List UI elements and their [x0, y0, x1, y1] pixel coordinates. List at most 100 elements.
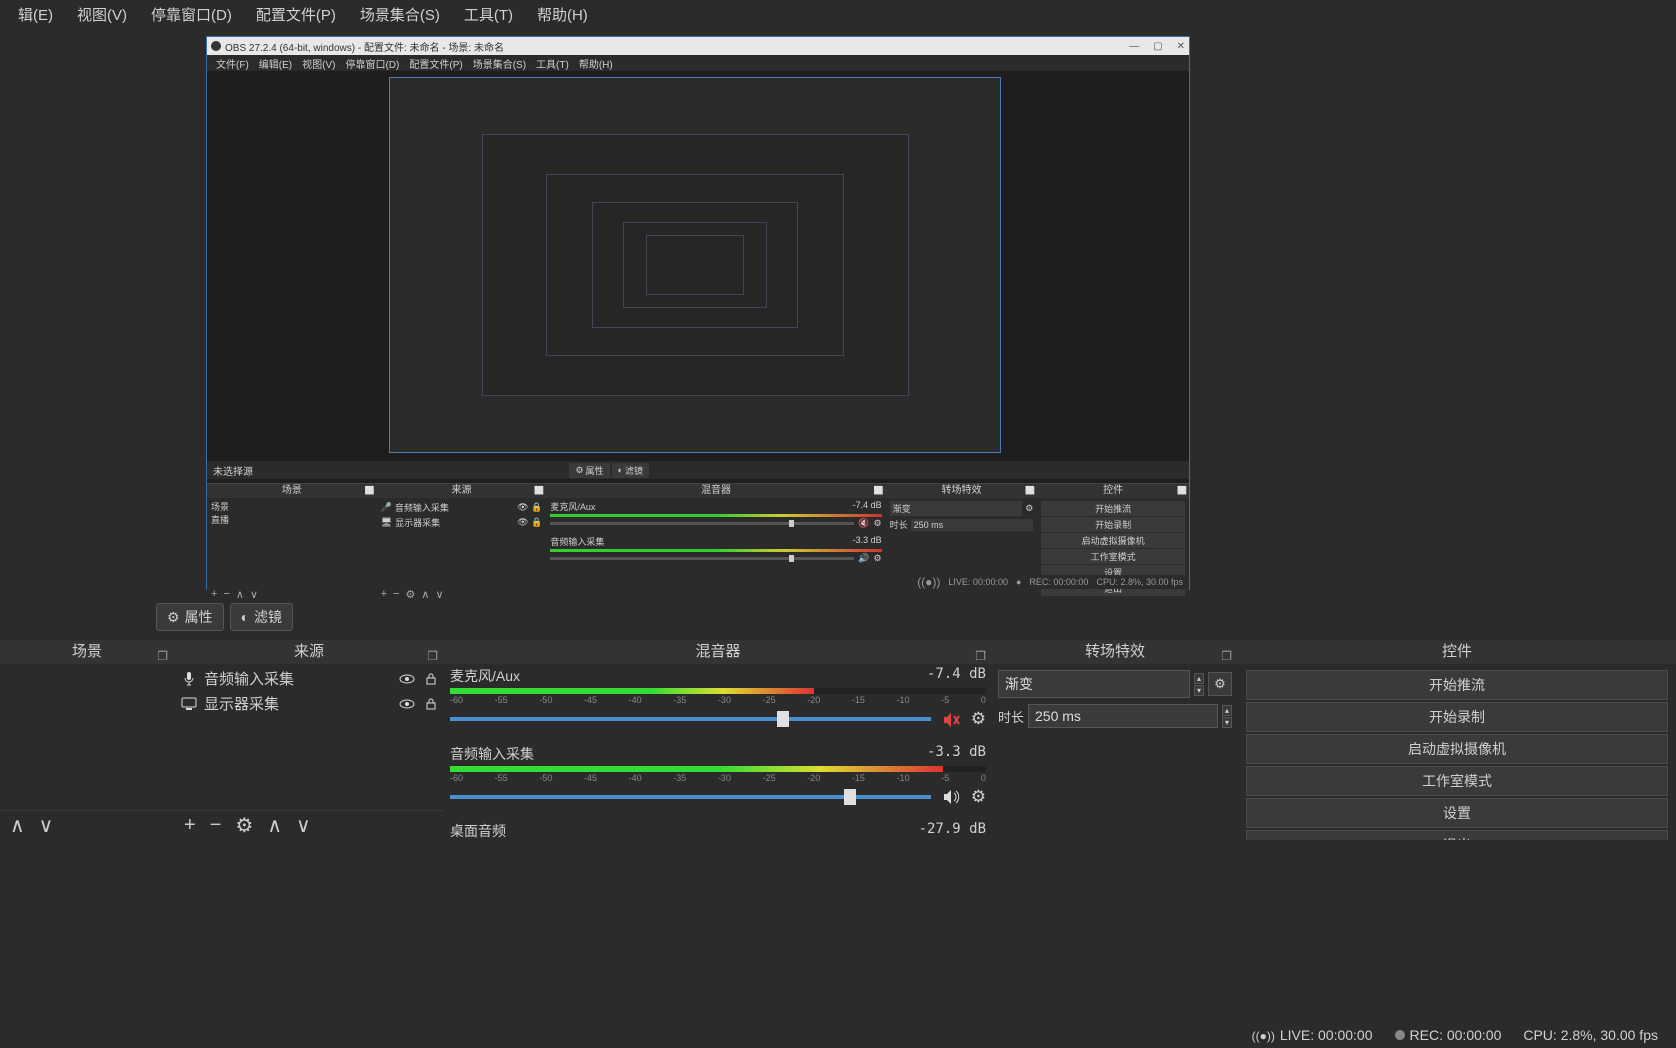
source-up-icon[interactable]: ∧: [267, 813, 282, 838]
inner-controls-header: 控件: [1037, 484, 1189, 498]
transition-select[interactable]: 渐变: [998, 670, 1190, 698]
inner-menu-edit[interactable]: 编辑(E): [254, 56, 297, 71]
mute-icon[interactable]: 🔇: [858, 518, 869, 529]
inner-rec-time: REC: 00:00:00: [1029, 577, 1088, 587]
visibility-icon[interactable]: [398, 669, 416, 687]
source-label: 音频输入采集: [204, 668, 294, 689]
inner-scene-item[interactable]: 直播: [211, 513, 373, 526]
up-icon[interactable]: ∧: [236, 588, 244, 601]
scene-down-icon[interactable]: ∨: [39, 813, 54, 838]
speaker-icon[interactable]: [941, 787, 961, 808]
channel-settings-icon[interactable]: ⚙: [971, 709, 986, 730]
duration-spin[interactable]: ▴▾: [1222, 705, 1232, 728]
start-virtual-cam-button[interactable]: 启动虚拟摄像机: [1246, 734, 1668, 764]
audio-meter: [450, 766, 986, 772]
transition-settings-icon[interactable]: ⚙: [1208, 672, 1232, 696]
inner-menu-profile[interactable]: 配置文件(P): [404, 56, 467, 71]
inner-virtual-cam-button[interactable]: 启动虚拟摄像机: [1041, 533, 1185, 548]
inner-window-titlebar: OBS 27.2.4 (64-bit, windows) - 配置文件: 未命名…: [207, 37, 1189, 55]
properties-button[interactable]: ⚙ 属性: [156, 603, 224, 631]
inner-source-item[interactable]: 🖥显示器采集👁 🔒: [381, 515, 543, 530]
channel-db: -27.9 dB: [919, 821, 986, 840]
inner-volume-slider[interactable]: [550, 557, 854, 560]
gear-icon[interactable]: ⚙: [874, 553, 882, 564]
source-label: 显示器采集: [204, 693, 279, 714]
inner-filters-button[interactable]: ◐ 滤镜: [612, 463, 649, 478]
minimize-icon[interactable]: —: [1129, 41, 1139, 52]
preview-area[interactable]: OBS 27.2.4 (64-bit, windows) - 配置文件: 未命名…: [206, 36, 1190, 590]
start-recording-button[interactable]: 开始录制: [1246, 702, 1668, 732]
inner-source-item[interactable]: 🎤音频输入采集👁 🔒: [381, 500, 543, 515]
menu-help[interactable]: 帮助(H): [525, 0, 600, 29]
source-down-icon[interactable]: ∨: [296, 813, 311, 838]
rec-time: REC: 00:00:00: [1410, 1027, 1502, 1043]
meter-ticks: -60-55-50-45-40-35-30-25-20-15-10-50: [450, 773, 986, 783]
maximize-icon[interactable]: ▢: [1153, 41, 1162, 52]
remove-icon[interactable]: −: [393, 588, 399, 601]
transition-spin[interactable]: ▴▾: [1194, 673, 1204, 696]
inner-window-title: OBS 27.2.4 (64-bit, windows) - 配置文件: 未命名…: [225, 39, 504, 54]
gear-icon[interactable]: ⚙: [874, 518, 882, 529]
mute-icon[interactable]: [941, 709, 961, 730]
source-item-audio-input[interactable]: 音频输入采集: [180, 666, 438, 691]
duration-input[interactable]: 250 ms: [1028, 704, 1218, 728]
add-icon[interactable]: +: [211, 588, 217, 601]
start-streaming-button[interactable]: 开始推流: [1246, 670, 1668, 700]
gear-icon[interactable]: ⚙: [406, 588, 416, 601]
close-icon[interactable]: ✕: [1177, 41, 1185, 52]
inner-source-toolbar: 未选择源 ⚙ 属性 ◐ 滤镜: [207, 461, 1189, 479]
popout-icon[interactable]: ❐: [157, 644, 168, 668]
volume-slider[interactable]: [450, 795, 931, 799]
inner-preview-recursion: [389, 77, 1001, 453]
source-settings-icon[interactable]: ⚙: [235, 813, 253, 838]
inner-menu-dock[interactable]: 停靠窗口(D): [340, 56, 404, 71]
add-source-icon[interactable]: +: [184, 814, 196, 837]
speaker-icon[interactable]: 🔊: [858, 553, 869, 564]
inner-trans-header: 转场特效: [886, 484, 1038, 498]
popout-icon[interactable]: ❐: [1221, 644, 1232, 668]
inner-volume-slider[interactable]: [550, 522, 854, 525]
lock-icon[interactable]: [424, 669, 438, 687]
live-time: LIVE: 00:00:00: [1280, 1027, 1373, 1043]
channel-name: 音频输入采集: [450, 744, 534, 764]
popout-icon[interactable]: ❐: [427, 644, 438, 668]
remove-source-icon[interactable]: −: [210, 814, 222, 837]
inner-scene-item[interactable]: 场景: [211, 500, 373, 513]
scene-up-icon[interactable]: ∧: [10, 813, 25, 838]
inner-start-record-button[interactable]: 开始录制: [1041, 517, 1185, 532]
inner-menu-file[interactable]: 文件(F): [211, 56, 254, 71]
inner-menu-view[interactable]: 视图(V): [297, 56, 340, 71]
gear-icon: ⚙: [167, 609, 180, 626]
volume-slider[interactable]: [450, 717, 931, 721]
visibility-icon[interactable]: [398, 694, 416, 712]
exit-button[interactable]: 退出: [1246, 830, 1668, 840]
inner-menu-help[interactable]: 帮助(H): [574, 56, 618, 71]
filters-button[interactable]: ◐ 滤镜: [230, 603, 293, 631]
add-icon[interactable]: +: [381, 588, 387, 601]
menu-view[interactable]: 视图(V): [65, 0, 139, 29]
channel-settings-icon[interactable]: ⚙: [971, 787, 986, 808]
controls-header: 控件: [1238, 640, 1676, 664]
inner-scenes-header: 场景: [207, 484, 377, 498]
inner-menu-scene-col[interactable]: 场景集合(S): [468, 56, 531, 71]
inner-menu-tools[interactable]: 工具(T): [531, 56, 574, 71]
inner-properties-button[interactable]: ⚙ 属性: [569, 463, 609, 478]
up-icon[interactable]: ∧: [421, 588, 429, 601]
menu-edit[interactable]: 辑(E): [6, 0, 65, 29]
popout-icon[interactable]: ❐: [975, 644, 986, 668]
scenes-dock: 场景 ❐ ∧ ∨: [0, 640, 174, 840]
menu-profile[interactable]: 配置文件(P): [244, 0, 348, 29]
inner-studio-mode-button[interactable]: 工作室模式: [1041, 549, 1185, 564]
studio-mode-button[interactable]: 工作室模式: [1246, 766, 1668, 796]
remove-icon[interactable]: −: [223, 588, 229, 601]
lock-icon[interactable]: [424, 694, 438, 712]
source-item-display-capture[interactable]: 显示器采集: [180, 691, 438, 716]
menu-dock[interactable]: 停靠窗口(D): [139, 0, 244, 29]
settings-button[interactable]: 设置: [1246, 798, 1668, 828]
down-icon[interactable]: ∨: [435, 588, 443, 601]
inner-start-stream-button[interactable]: 开始推流: [1041, 501, 1185, 516]
live-icon: [917, 575, 940, 589]
menu-tools[interactable]: 工具(T): [452, 0, 525, 29]
down-icon[interactable]: ∨: [250, 588, 258, 601]
menu-scene-collection[interactable]: 场景集合(S): [348, 0, 452, 29]
